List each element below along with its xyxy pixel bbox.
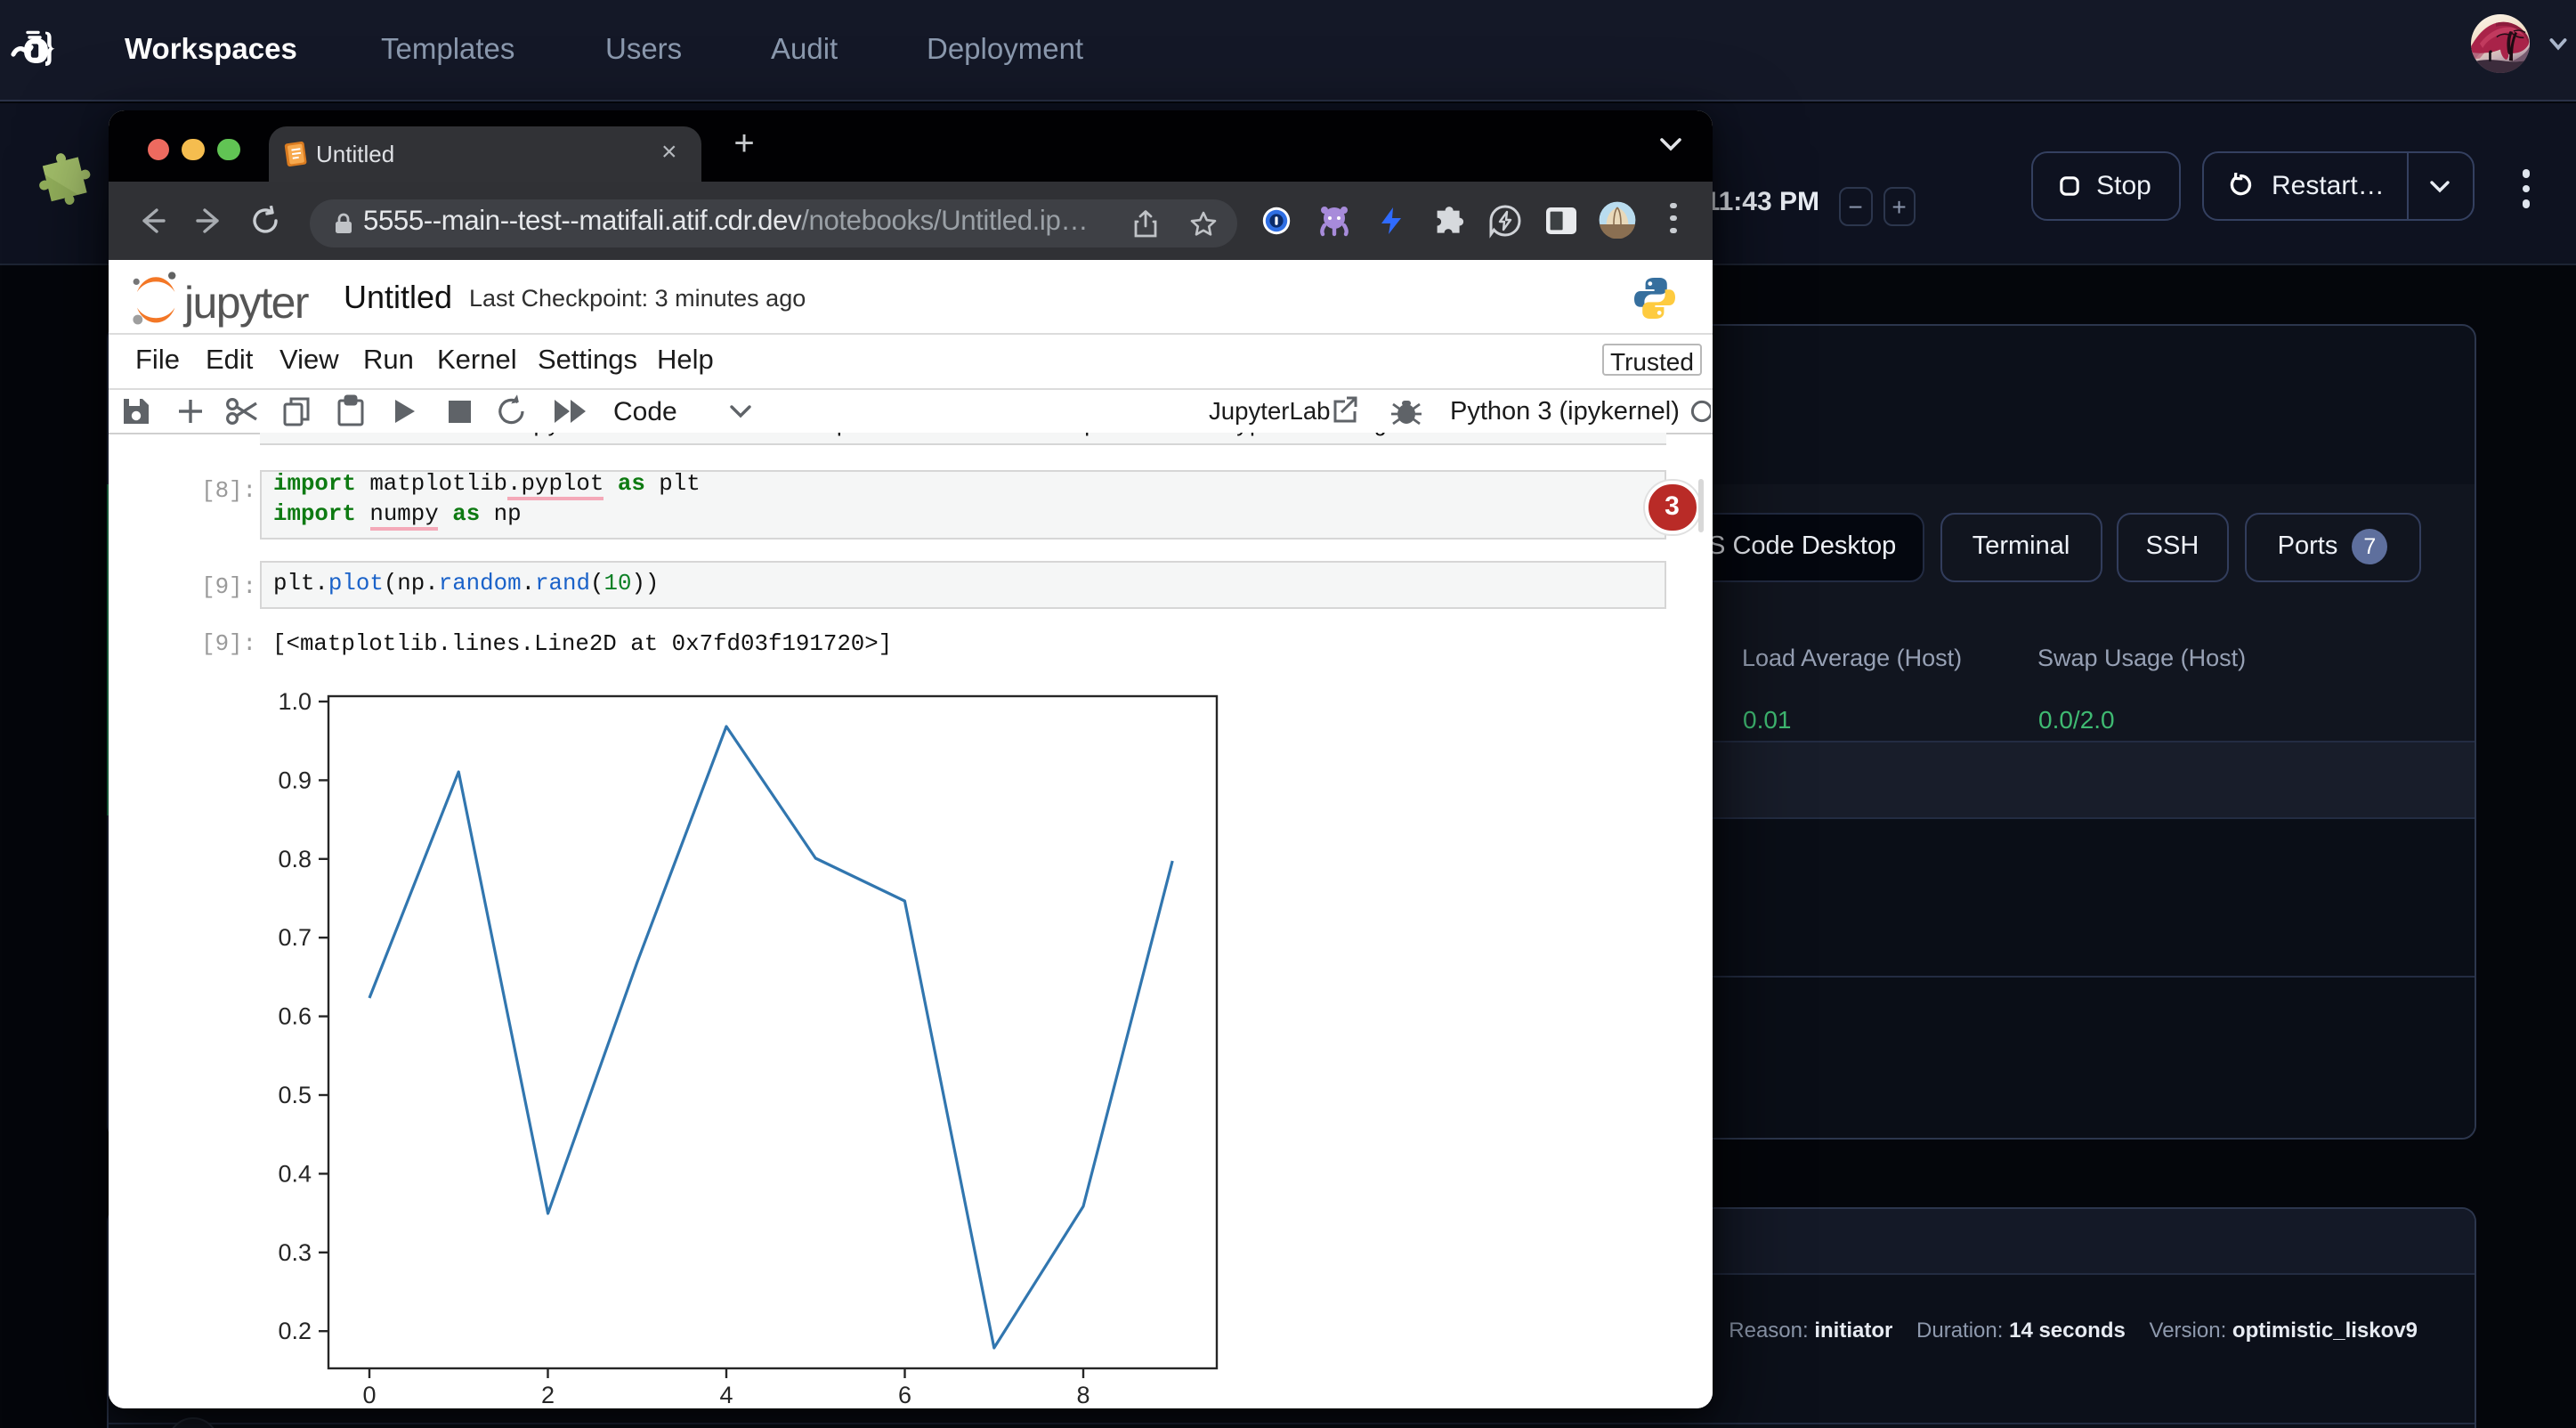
svg-text:Python 3 (ipykernel): Python 3 (ipykernel) — [1450, 396, 1680, 425]
svg-text:1.0: 1.0 — [278, 687, 312, 714]
svg-text:8: 8 — [1076, 1381, 1090, 1408]
svg-text:0.5: 0.5 — [278, 1081, 312, 1108]
svg-text:0.4: 0.4 — [278, 1159, 312, 1186]
svg-text:0: 0 — [362, 1381, 376, 1408]
svg-text:0.9: 0.9 — [278, 766, 312, 792]
svg-text:0.6: 0.6 — [278, 1002, 312, 1029]
svg-text:0.3: 0.3 — [278, 1238, 312, 1265]
svg-text:2: 2 — [541, 1381, 555, 1408]
svg-text:jupyter: jupyter — [182, 277, 309, 327]
svg-text:0.8: 0.8 — [278, 845, 312, 872]
svg-text:6: 6 — [898, 1381, 911, 1408]
svg-text:0.7: 0.7 — [278, 923, 312, 950]
svg-text:0.2: 0.2 — [278, 1317, 312, 1343]
svg-text:4: 4 — [719, 1381, 733, 1408]
svg-text:JupyterLab: JupyterLab — [1209, 396, 1331, 424]
svg-text:Code: Code — [613, 396, 677, 426]
